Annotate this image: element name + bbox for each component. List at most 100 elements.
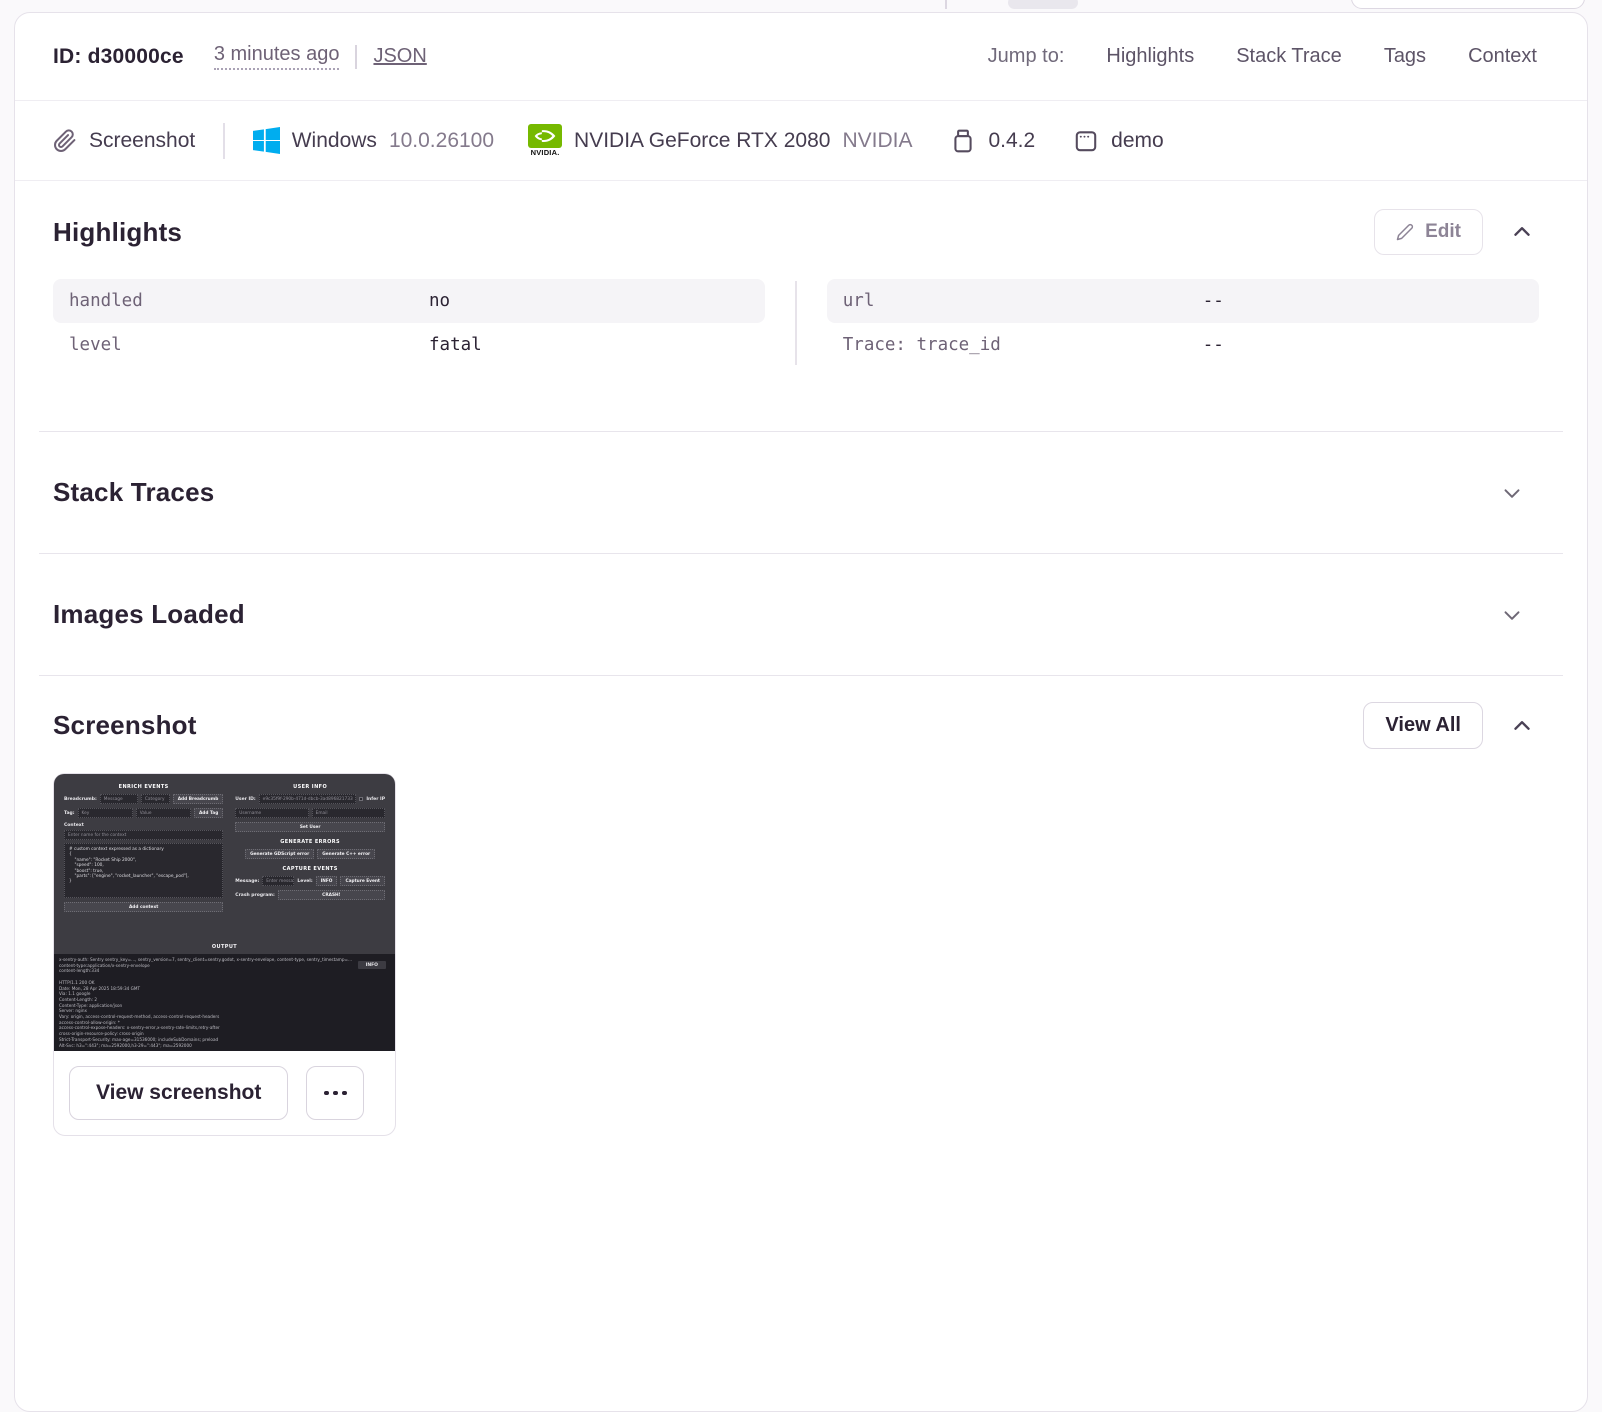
highlights-title: Highlights <box>53 216 183 247</box>
stack-traces-section: Stack Traces <box>15 432 1587 553</box>
screenshot-section: Screenshot View All ENRICH EVENTS Breadc… <box>15 676 1587 1136</box>
os-tag[interactable]: Windows 10.0.26100 <box>252 127 495 154</box>
event-detail-card: ID: d30000ce 3 minutes ago JSON Jump to:… <box>14 12 1588 1412</box>
pencil-icon <box>1396 223 1414 241</box>
json-link[interactable]: JSON <box>373 45 426 68</box>
cropped-toolbar-button <box>1351 0 1585 9</box>
edit-button-label: Edit <box>1425 221 1461 242</box>
jump-link-tags[interactable]: Tags <box>1384 45 1426 68</box>
cropped-toolbar-pill <box>1008 0 1078 9</box>
jump-to-nav: Jump to: Highlights Stack Trace Tags Con… <box>988 45 1537 68</box>
mini-button: INFO <box>315 876 338 886</box>
mini-input: Key <box>77 808 133 818</box>
header-divider <box>355 44 358 69</box>
gpu-name: NVIDIA GeForce RTX 2080 <box>574 128 831 152</box>
mini-context-code: # custom context expressed as a dictiona… <box>64 843 224 898</box>
event-header: ID: d30000ce 3 minutes ago JSON Jump to:… <box>15 13 1587 101</box>
mini-title: CAPTURE EVENTS <box>282 866 338 872</box>
os-name: Windows <box>291 128 377 152</box>
cropped-toolbar-divider <box>945 0 947 9</box>
mini-button: Generate C++ error <box>317 849 376 859</box>
mini-button: Capture Event <box>340 876 385 886</box>
mini-input: Email <box>311 808 385 818</box>
mini-input: Message <box>99 794 138 804</box>
jump-to-label: Jump to: <box>987 45 1065 67</box>
gpu-vendor: NVIDIA <box>842 128 913 152</box>
mini-label: Tag: <box>64 810 75 816</box>
gpu-tag[interactable]: NVIDIA. NVIDIA GeForce RTX 2080 NVIDIA <box>528 124 912 157</box>
screenshot-tag-label: Screenshot <box>89 128 196 152</box>
mini-output-console: x-sentry-auth: Sentry sentry_key=..., se… <box>54 954 395 1051</box>
highlights-right-table: url -- Trace: trace_id -- <box>826 279 1539 367</box>
highlights-grid: handled no level fatal url -- Trace: tra… <box>53 279 1539 431</box>
highlights-left-table: handled no level fatal <box>53 279 766 367</box>
release-tag[interactable]: 0.4.2 <box>950 128 1035 154</box>
mini-label: Level: <box>297 878 313 884</box>
mini-user-info-panel: USER INFO User ID: e9c35f9f-290b-471d-db… <box>235 782 385 912</box>
highlights-section: Highlights Edit handled no level fatal u… <box>15 181 1587 431</box>
event-meta-bar: Screenshot Windows 10.0.26100 NVIDIA. NV… <box>15 101 1587 181</box>
mini-input: e9c35f9f-290b-471d-dbcb-3ad896821733 <box>258 794 357 804</box>
stack-traces-title: Stack Traces <box>53 477 215 507</box>
release-version: 0.4.2 <box>988 128 1036 152</box>
windows-logo-icon <box>252 127 280 154</box>
highlight-key: handled <box>69 291 143 311</box>
mini-label: Crash program: <box>235 892 275 898</box>
mini-title: GENERATE ERRORS <box>280 839 341 845</box>
paperclip-icon <box>53 128 77 153</box>
nvidia-logo-icon: NVIDIA. <box>528 124 563 158</box>
mini-label: Context <box>64 823 84 828</box>
images-loaded-expand-button[interactable] <box>1495 598 1529 632</box>
mini-input: Username <box>235 808 309 818</box>
mini-input: Enter message text. <box>262 876 295 886</box>
images-loaded-section: Images Loaded <box>15 554 1587 675</box>
mini-button: CRASH! <box>277 890 385 900</box>
event-timestamp-link[interactable]: 3 minutes ago <box>213 43 340 70</box>
edit-highlights-button[interactable]: Edit <box>1374 209 1483 255</box>
chevron-down-icon <box>1499 480 1525 506</box>
ellipsis-icon <box>324 1090 347 1096</box>
jump-link-context[interactable]: Context <box>1468 45 1537 68</box>
mini-input: Category <box>140 794 170 804</box>
highlight-row-trace-id: Trace: trace_id -- <box>827 323 1539 367</box>
screenshot-tag[interactable]: Screenshot <box>53 129 195 153</box>
mini-label: Message: <box>235 878 260 884</box>
mini-button: Add Breadcrumb <box>172 794 224 804</box>
os-version: 10.0.26100 <box>388 128 495 152</box>
mini-output-title: OUTPUT <box>211 944 238 950</box>
highlight-row-handled: handled no <box>53 279 766 323</box>
mini-label: Infer IP <box>366 796 385 802</box>
screenshot-thumbnail-image[interactable]: ENRICH EVENTS Breadcrumb: Message Catego… <box>54 774 395 1051</box>
highlight-value: no <box>429 291 451 311</box>
chevron-up-icon <box>1509 219 1535 245</box>
stack-traces-expand-button[interactable] <box>1495 476 1529 510</box>
mini-checkbox <box>359 797 364 801</box>
jump-link-highlights[interactable]: Highlights <box>1106 45 1194 68</box>
mini-label: Breadcrumb: <box>64 796 97 802</box>
view-screenshot-button[interactable]: View screenshot <box>69 1066 289 1120</box>
mini-title: ENRICH EVENTS <box>118 784 169 790</box>
browser-window-icon <box>1073 128 1099 154</box>
jump-link-stack-trace[interactable]: Stack Trace <box>1236 45 1342 68</box>
highlights-collapse-button[interactable] <box>1505 215 1539 249</box>
highlight-value: fatal <box>429 335 482 355</box>
screenshot-collapse-button[interactable] <box>1505 709 1539 743</box>
environment-name: demo <box>1111 128 1164 152</box>
mini-console-text: x-sentry-auth: Sentry sentry_key=..., se… <box>59 957 353 1048</box>
view-all-button[interactable]: View All <box>1363 702 1483 749</box>
images-loaded-title: Images Loaded <box>53 599 245 629</box>
nvidia-wordmark: NVIDIA. <box>530 148 560 158</box>
highlight-key: level <box>69 335 122 355</box>
screenshot-thumbnail-card: ENRICH EVENTS Breadcrumb: Message Catego… <box>53 773 396 1136</box>
highlight-key: Trace: trace_id <box>842 335 1001 355</box>
screenshot-title: Screenshot <box>53 710 197 740</box>
highlights-column-divider <box>795 281 797 365</box>
highlight-row-level: level fatal <box>53 323 765 367</box>
mini-input: Enter name for the context <box>64 830 224 840</box>
mini-button: Add Tag <box>193 808 224 818</box>
chevron-up-icon <box>1509 713 1535 739</box>
more-options-button[interactable] <box>306 1066 365 1120</box>
environment-tag[interactable]: demo <box>1073 128 1164 154</box>
event-id: ID: d30000ce <box>53 44 184 68</box>
thumbnail-actions: View screenshot <box>54 1051 395 1135</box>
